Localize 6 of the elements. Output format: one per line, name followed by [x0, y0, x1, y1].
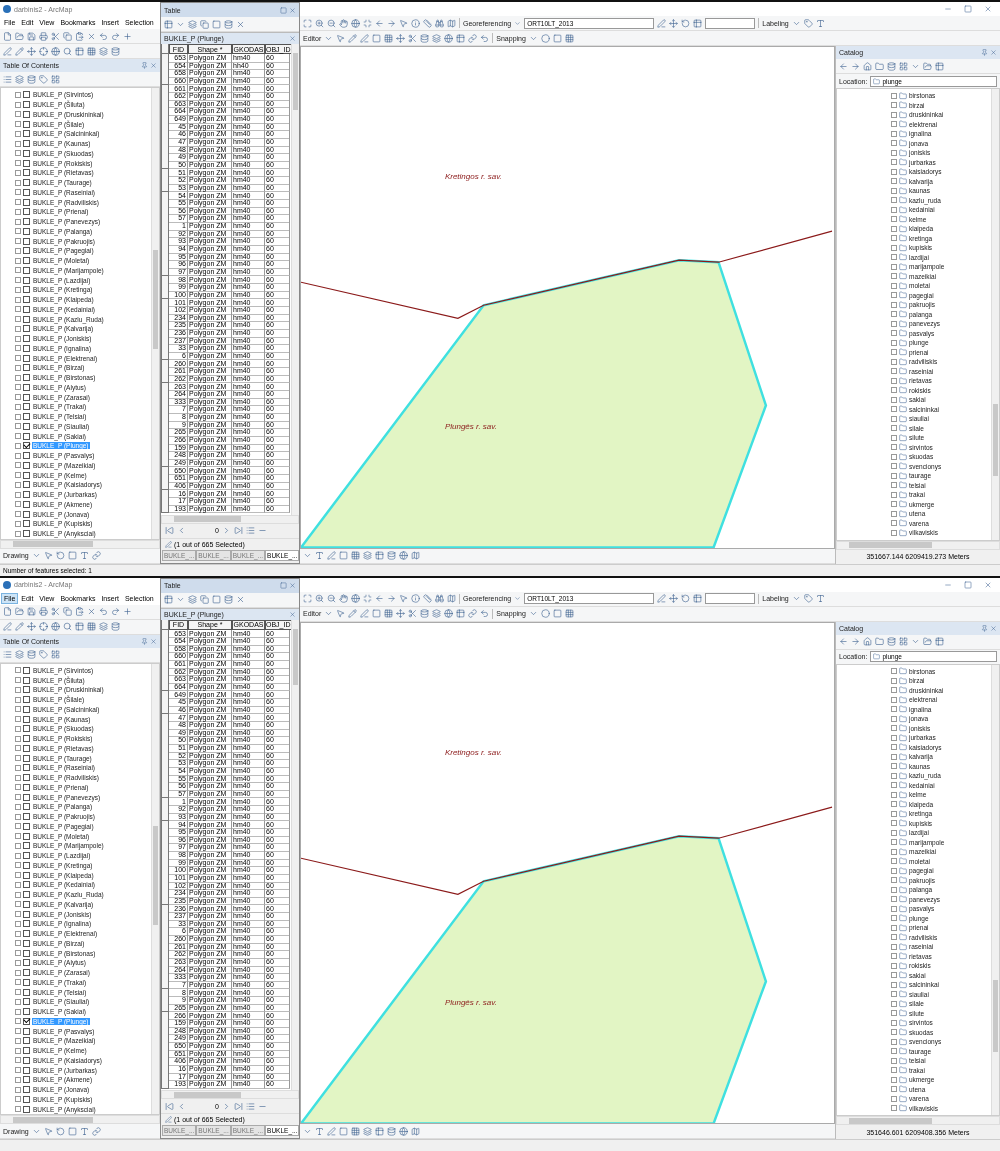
map-canvas[interactable]: Kretingos r. sav. Plungės r. sav. — [300, 46, 835, 549]
map-canvas[interactable]: Kretingos r. sav. Plungės r. sav. — [300, 621, 835, 1124]
map-label: Plungės r. sav. — [444, 422, 497, 432]
map-label: Plungės r. sav. — [444, 997, 497, 1007]
map-label: Kretingos r. sav. — [444, 172, 502, 182]
map-label: Kretingos r. sav. — [444, 747, 502, 757]
